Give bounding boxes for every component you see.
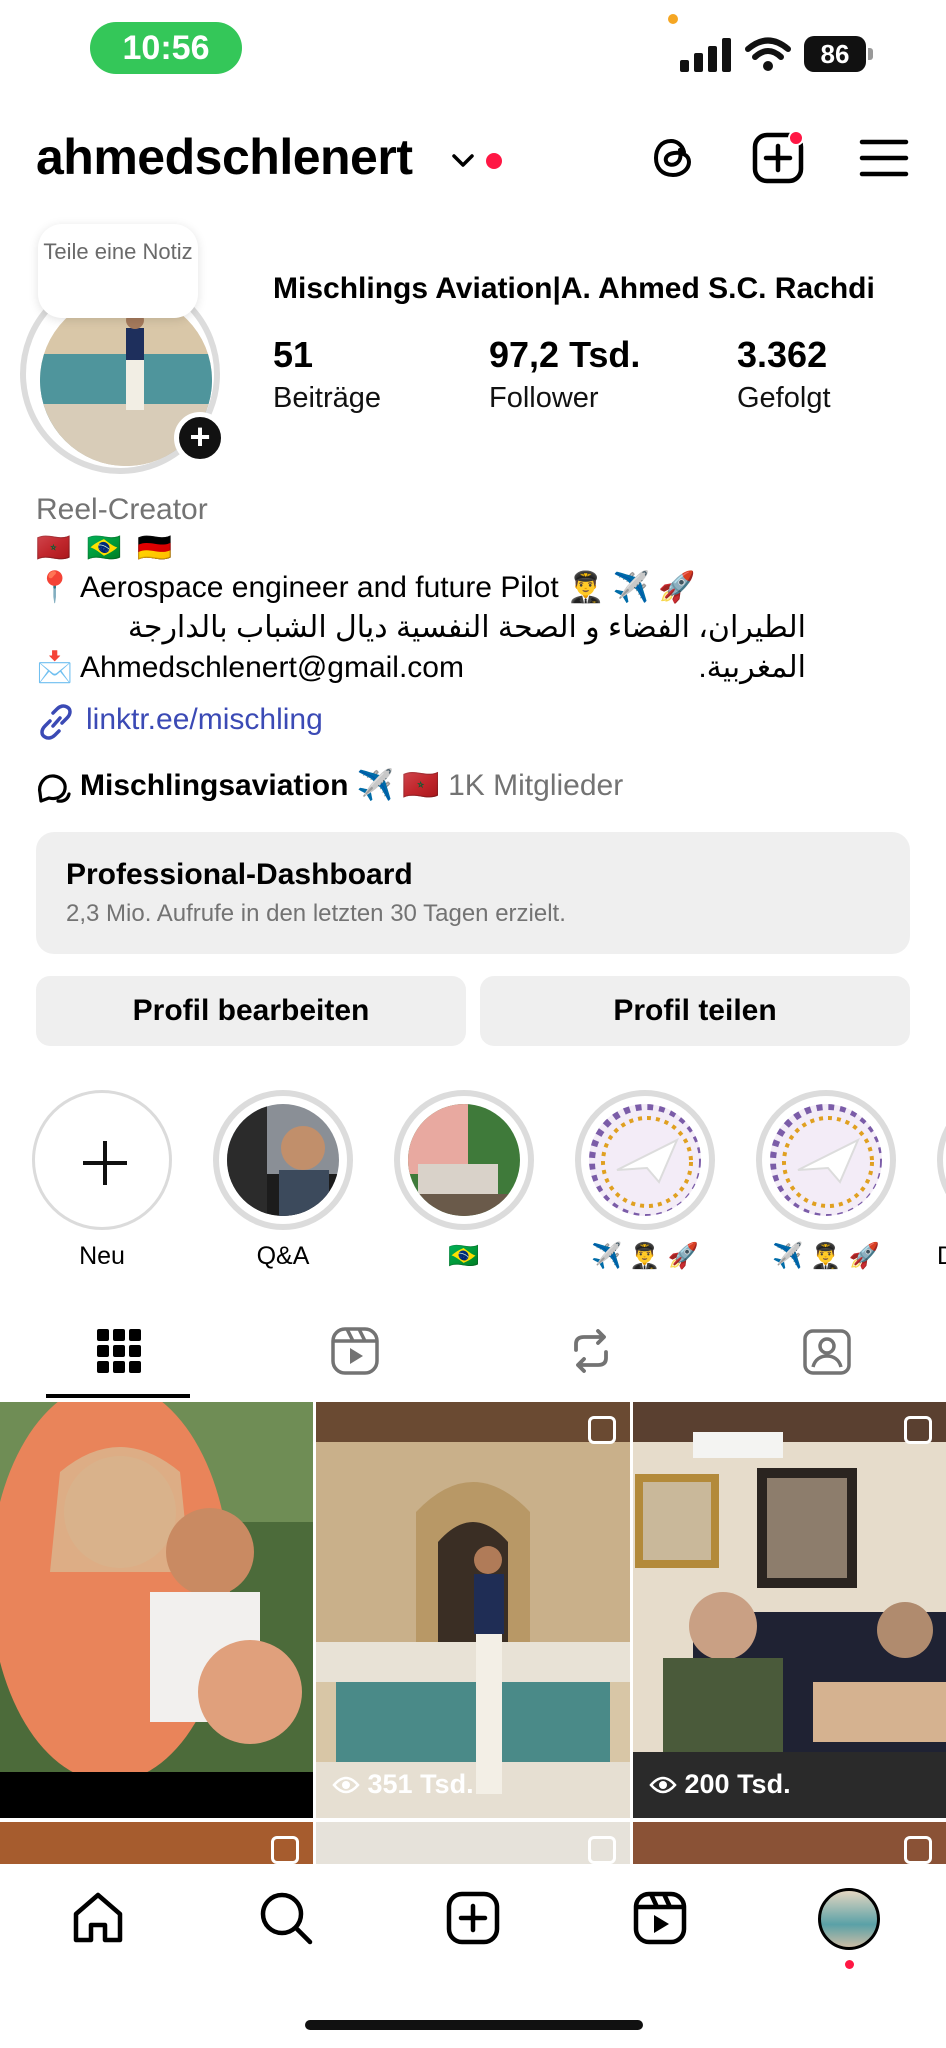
menu-icon[interactable] bbox=[856, 130, 912, 186]
highlight-brazil[interactable]: 🇧🇷 bbox=[394, 1090, 534, 1271]
view-count-icon bbox=[332, 1776, 360, 1794]
broadcast-channel-link[interactable]: Mischlingsaviation ✈️ 🇲🇦 1K Mitglieder bbox=[36, 766, 916, 806]
new-highlight-ring bbox=[32, 1090, 172, 1230]
stat-followers[interactable]: 97,2 Tsd. Follower bbox=[489, 334, 640, 415]
post-views: 351 Tsd. bbox=[332, 1769, 474, 1800]
highlight-cover bbox=[770, 1104, 882, 1216]
share-profile-button[interactable]: Profil teilen bbox=[480, 976, 910, 1046]
bio-line-email: 📩 Ahmedschlenert@gmail.com bbox=[36, 651, 464, 684]
profile-category: Reel-Creator bbox=[36, 493, 208, 526]
username-switcher[interactable]: ahmedschlenert bbox=[36, 128, 413, 186]
account-notification-dot bbox=[486, 153, 502, 169]
post-thumbnail bbox=[316, 1402, 630, 1818]
grid-post-4[interactable] bbox=[0, 1822, 313, 1864]
active-tab-indicator bbox=[46, 1394, 190, 1398]
highlight-cover bbox=[408, 1104, 520, 1216]
highlight-label: Neu bbox=[79, 1242, 125, 1270]
post-views-count: 351 Tsd. bbox=[367, 1769, 474, 1799]
post-views: 200 Tsd. bbox=[649, 1769, 791, 1800]
highlight-label: ✈️ 👨‍✈️ 🚀 bbox=[591, 1242, 699, 1270]
search-icon[interactable] bbox=[256, 1888, 316, 1948]
threads-icon[interactable] bbox=[646, 130, 702, 186]
create-badge-dot bbox=[788, 130, 804, 146]
post-thumbnail bbox=[0, 1402, 313, 1818]
highlight-label: 🇧🇷 bbox=[448, 1242, 480, 1270]
grid-post-6[interactable] bbox=[633, 1822, 946, 1864]
highlight-aviation-1[interactable]: ✈️ 👨‍✈️ 🚀 bbox=[575, 1090, 715, 1271]
wifi-icon bbox=[745, 37, 791, 71]
grid-post-5[interactable] bbox=[316, 1822, 630, 1864]
tagged-person-icon bbox=[803, 1329, 851, 1375]
stat-followers-label: Follower bbox=[489, 382, 599, 414]
carousel-icon bbox=[588, 1416, 616, 1444]
post-views-count: 200 Tsd. bbox=[684, 1769, 791, 1799]
highlight-partial[interactable]: D bbox=[937, 1090, 946, 1271]
reels-nav-icon[interactable] bbox=[630, 1888, 690, 1948]
home-indicator bbox=[305, 2020, 643, 2030]
stat-posts[interactable]: 51 Beiträge bbox=[273, 334, 381, 415]
stat-posts-label: Beiträge bbox=[273, 382, 382, 414]
profile-notification-dot bbox=[845, 1960, 854, 1969]
view-count-icon bbox=[649, 1776, 677, 1794]
grid-post-2[interactable]: 351 Tsd. bbox=[316, 1402, 630, 1818]
carousel-icon bbox=[588, 1836, 616, 1864]
highlight-qa[interactable]: Q&A bbox=[213, 1090, 353, 1271]
highlight-aviation-2[interactable]: ✈️ 👨‍✈️ 🚀 bbox=[756, 1090, 896, 1271]
status-bar: 10:56 86 bbox=[0, 0, 946, 90]
highlight-cover bbox=[589, 1104, 701, 1216]
stat-followers-value: 97,2 Tsd. bbox=[489, 334, 641, 375]
status-time: 10:56 bbox=[90, 22, 242, 74]
dashboard-title: Professional-Dashboard bbox=[66, 858, 413, 891]
highlight-label: ✈️ 👨‍✈️ 🚀 bbox=[772, 1242, 880, 1270]
tab-reels[interactable] bbox=[236, 1312, 472, 1400]
grid-post-3[interactable]: 200 Tsd. bbox=[633, 1402, 946, 1818]
display-name: Mischlings Aviation|A. Ahmed S.C. Rachdi bbox=[273, 272, 875, 305]
tab-posts-grid[interactable] bbox=[0, 1312, 236, 1400]
tab-reposts[interactable] bbox=[472, 1312, 708, 1400]
bio-link[interactable]: linktr.ee/mischling bbox=[36, 700, 916, 740]
professional-dashboard[interactable]: Professional-Dashboard 2,3 Mio. Aufrufe … bbox=[36, 832, 910, 954]
highlight-new[interactable]: Neu bbox=[32, 1090, 172, 1271]
stat-following-value: 3.362 bbox=[737, 334, 828, 375]
battery-level: 86 bbox=[804, 36, 866, 72]
bio-line-aerospace: 📍 Aerospace engineer and future Pilot 👨‍… bbox=[36, 571, 696, 604]
signal-icon bbox=[680, 38, 731, 72]
edit-profile-button[interactable]: Profil bearbeiten bbox=[36, 976, 466, 1046]
carousel-icon bbox=[271, 1836, 299, 1864]
bottom-navigation bbox=[0, 1864, 946, 2048]
battery-icon: 86 bbox=[804, 36, 874, 72]
privacy-indicator bbox=[668, 14, 678, 24]
share-note-bubble[interactable]: Teile eine Notiz bbox=[38, 224, 198, 318]
profile-header: ahmedschlenert bbox=[0, 120, 946, 200]
grid-post-1[interactable] bbox=[0, 1402, 313, 1818]
stat-following-label: Gefolgt bbox=[737, 382, 831, 414]
create-icon[interactable] bbox=[443, 1888, 503, 1948]
bio-flags: 🇲🇦 🇧🇷 🇩🇪 bbox=[36, 532, 177, 563]
dashboard-subtitle: 2,3 Mio. Aufrufe in den letzten 30 Tagen… bbox=[66, 900, 566, 927]
profile-nav-avatar[interactable] bbox=[818, 1888, 880, 1950]
add-story-button[interactable]: + bbox=[174, 412, 226, 464]
channel-name: Mischlingsaviation ✈️ 🇲🇦 bbox=[80, 769, 440, 802]
stat-following[interactable]: 3.362 Gefolgt bbox=[737, 334, 831, 415]
carousel-icon bbox=[904, 1416, 932, 1444]
highlight-cover bbox=[227, 1104, 339, 1216]
carousel-icon bbox=[904, 1836, 932, 1864]
highlight-label: Q&A bbox=[256, 1242, 310, 1270]
post-thumbnail bbox=[633, 1402, 946, 1818]
repost-icon bbox=[574, 1329, 608, 1373]
stat-posts-value: 51 bbox=[273, 334, 314, 375]
home-icon[interactable] bbox=[68, 1888, 128, 1948]
tab-tagged[interactable] bbox=[708, 1312, 944, 1400]
reels-icon bbox=[331, 1327, 379, 1375]
highlight-label: D bbox=[937, 1242, 946, 1271]
channel-members: 1K Mitglieder bbox=[448, 769, 624, 802]
chevron-down-icon[interactable] bbox=[450, 148, 476, 174]
grid-icon bbox=[97, 1329, 141, 1373]
profile-tabs bbox=[0, 1312, 946, 1400]
